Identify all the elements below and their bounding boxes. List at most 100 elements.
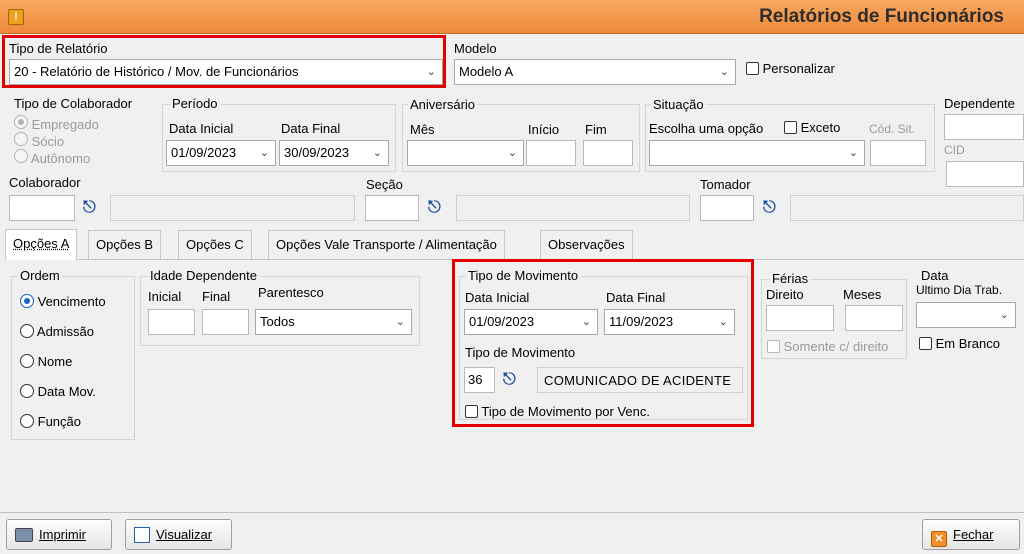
binoculars-icon[interactable]: ⎋	[763, 199, 776, 217]
idade-final-label: Final	[202, 289, 231, 304]
colaborador-input[interactable]	[9, 195, 75, 221]
periodo-label: Período	[170, 96, 220, 111]
checkbox-box[interactable]	[784, 121, 797, 134]
ferias-label: Férias	[770, 271, 811, 286]
em-branco-checkbox[interactable]: Em Branco	[919, 336, 1000, 351]
date-value: 01/09/2023	[171, 145, 237, 160]
radio-vencimento[interactable]: Vencimento	[20, 294, 106, 309]
binoculars-icon[interactable]: ⎋	[503, 371, 516, 389]
checkbox-box[interactable]	[746, 62, 759, 75]
cod-sit-input[interactable]	[870, 140, 926, 166]
radio-button[interactable]	[20, 414, 34, 428]
tab-opcoes-c[interactable]: Opções C	[178, 230, 252, 259]
dependente-label: Dependente	[944, 96, 1015, 111]
chevron-down-icon: ⌄	[507, 147, 517, 159]
radio-button[interactable]	[14, 115, 28, 129]
exceto-checkbox[interactable]: Exceto	[784, 120, 840, 135]
colaborador-nome-field	[110, 195, 355, 221]
tab-label: Opções B	[96, 237, 154, 252]
tipo-relatorio-label: Tipo de Relatório	[9, 41, 108, 56]
aniversario-fim-input[interactable]	[583, 140, 633, 166]
ultimo-dia-select[interactable]: ⌄	[916, 302, 1016, 328]
radio-button[interactable]	[14, 149, 28, 163]
radio-funcao[interactable]: Função	[20, 414, 81, 429]
tab-vale-transporte[interactable]: Opções Vale Transporte / Alimentação	[268, 230, 505, 259]
date-value: 30/09/2023	[284, 145, 350, 160]
radio-admissao[interactable]: Admissão	[20, 324, 94, 339]
periodo-final-date[interactable]: 30/09/2023 ⌄	[279, 140, 389, 166]
tab-label: Observações	[548, 237, 625, 252]
situacao-label: Situação	[651, 97, 706, 112]
cid-input[interactable]	[946, 161, 1024, 187]
parentesco-select[interactable]: Todos ⌄	[255, 309, 412, 335]
imprimir-label: Imprimir	[39, 527, 86, 542]
mov-codigo-label: Tipo de Movimento	[465, 345, 576, 360]
radio-empregado[interactable]: Empregado	[14, 115, 99, 132]
radio-socio[interactable]: Sócio	[14, 132, 64, 149]
tab-opcoes-a[interactable]: Opções A	[5, 229, 78, 260]
idade-final-input[interactable]	[202, 309, 249, 335]
radio-button[interactable]	[20, 324, 34, 338]
checkbox-box[interactable]	[919, 337, 932, 350]
radio-data-mov[interactable]: Data Mov.	[20, 384, 96, 399]
mov-final-label: Data Final	[606, 290, 666, 305]
mov-final-date[interactable]: 11/09/2023 ⌄	[604, 309, 735, 335]
visualizar-button[interactable]: Visualizar	[125, 519, 232, 550]
colaborador-label: Colaborador	[9, 175, 81, 190]
radio-autonomo[interactable]: Autônomo	[14, 149, 90, 166]
idade-inicial-input[interactable]	[148, 309, 195, 335]
mov-por-venc-checkbox[interactable]: Tipo de Movimento por Venc.	[465, 404, 650, 419]
mov-codigo-input[interactable]: 36	[464, 367, 495, 393]
parentesco-label: Parentesco	[258, 285, 324, 300]
tab-label: Opções Vale Transporte / Alimentação	[276, 237, 497, 252]
chevron-down-icon: ⌄	[848, 147, 858, 159]
escolha-label: Escolha uma opção	[649, 121, 764, 136]
tipo-relatorio-value: 20 - Relatório de Histórico / Mov. de Fu…	[14, 64, 299, 79]
secao-input[interactable]	[365, 195, 419, 221]
tomador-label: Tomador	[700, 177, 751, 192]
chevron-down-icon: ⌄	[259, 147, 269, 159]
checkbox-box[interactable]	[465, 405, 478, 418]
personalizar-checkbox[interactable]: Personalizar	[746, 61, 835, 76]
fechar-button[interactable]: ✕ Fechar	[922, 519, 1020, 550]
window-title: Relatórios de Funcionários	[759, 6, 1004, 27]
tab-observacoes[interactable]: Observações	[540, 230, 633, 259]
mov-descricao-value: COMUNICADO DE ACIDENTE	[544, 373, 732, 388]
tomador-nome-field	[790, 195, 1024, 221]
somente-label: Somente c/ direito	[783, 339, 889, 354]
tipo-relatorio-select[interactable]: 20 - Relatório de Histórico / Mov. de Fu…	[9, 59, 443, 85]
aniversario-inicio-input[interactable]	[526, 140, 576, 166]
ferias-meses-input[interactable]	[845, 305, 903, 331]
data-label: Data	[921, 268, 949, 283]
imprimir-button[interactable]: Imprimir	[6, 519, 112, 550]
radio-button[interactable]	[20, 354, 34, 368]
meses-label: Meses	[843, 287, 882, 302]
tipo-colaborador-label: Tipo de Colaborador	[14, 96, 133, 111]
modelo-select[interactable]: Modelo A ⌄	[454, 59, 736, 85]
aniversario-label: Aniversário	[408, 97, 478, 112]
radio-button[interactable]	[20, 294, 34, 308]
tomador-input[interactable]	[700, 195, 754, 221]
binoculars-icon[interactable]: ⎋	[428, 199, 441, 217]
periodo-inicial-label: Data Inicial	[169, 121, 234, 136]
mes-label: Mês	[410, 122, 435, 137]
ultimo-dia-label: Ultimo Dia Trab.	[916, 283, 1003, 297]
periodo-inicial-date[interactable]: 01/09/2023 ⌄	[166, 140, 276, 166]
situacao-select[interactable]: ⌄	[649, 140, 865, 166]
mov-inicial-date[interactable]: 01/09/2023 ⌄	[464, 309, 598, 335]
radio-button[interactable]	[14, 132, 28, 146]
dependente-input[interactable]	[944, 114, 1024, 140]
mes-select[interactable]: ⌄	[407, 140, 524, 166]
binoculars-icon[interactable]: ⎋	[83, 199, 96, 217]
tab-opcoes-b[interactable]: Opções B	[88, 230, 162, 259]
ferias-direito-input[interactable]	[766, 305, 834, 331]
secao-nome-field	[456, 195, 690, 221]
checkbox-box[interactable]	[767, 340, 780, 353]
ordem-label: Ordem	[18, 268, 62, 283]
radio-button[interactable]	[20, 384, 34, 398]
radio-nome[interactable]: Nome	[20, 354, 72, 369]
chevron-down-icon: ⌄	[372, 147, 382, 159]
somente-direito-checkbox[interactable]: Somente c/ direito	[767, 339, 888, 354]
tipo-movimento-group-label: Tipo de Movimento	[466, 268, 581, 283]
secao-label: Seção	[366, 177, 403, 192]
